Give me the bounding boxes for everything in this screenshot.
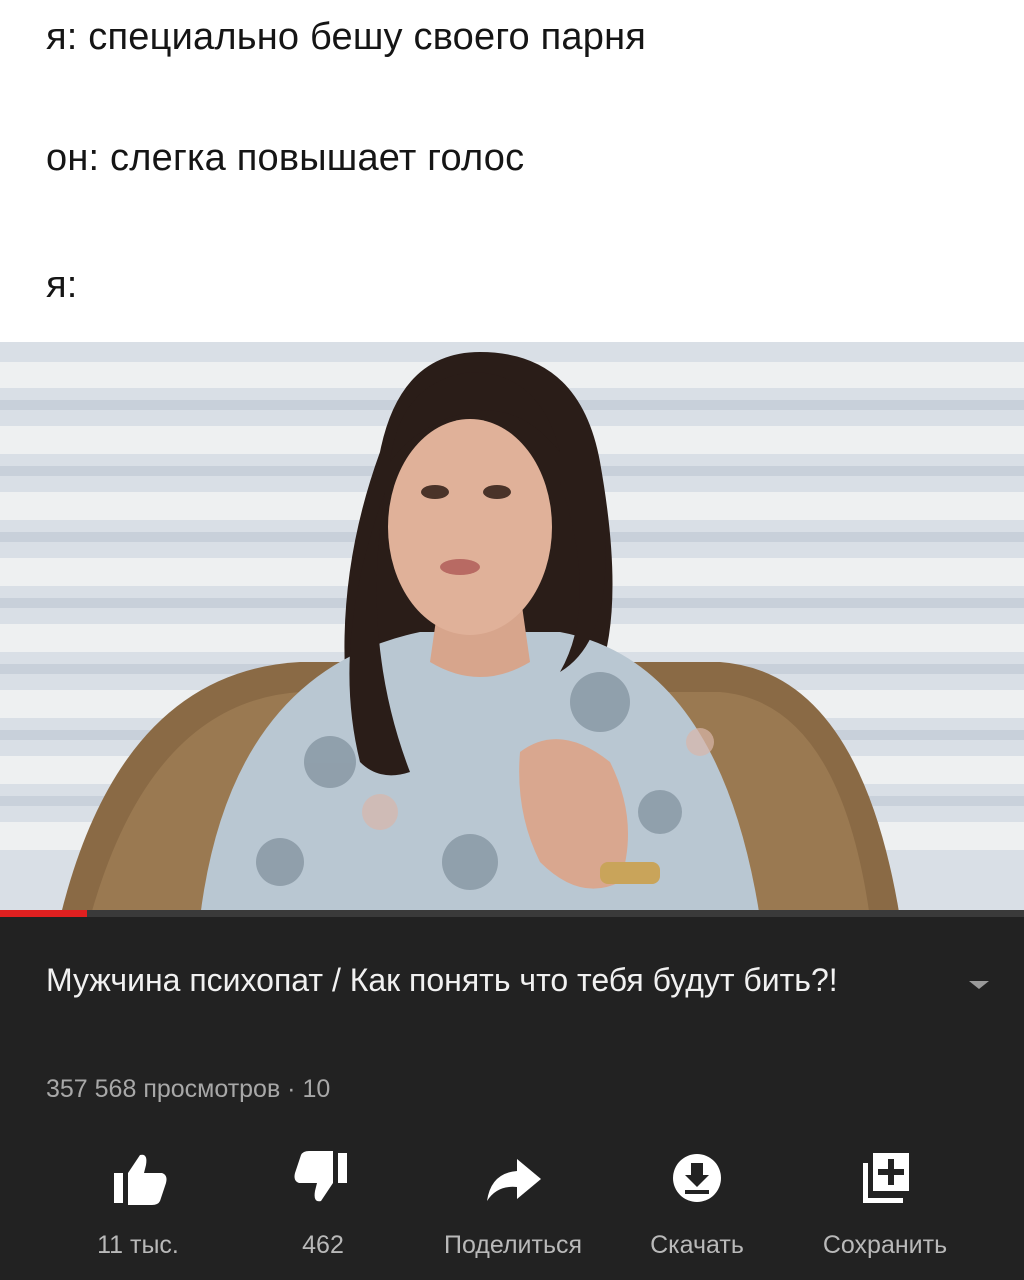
caption-line-1: я: специально бешу своего парня <box>46 16 647 58</box>
dislike-button[interactable]: 462 <box>238 1149 408 1260</box>
dislike-count: 462 <box>302 1231 344 1259</box>
video-info-panel: Мужчина психопат / Как понять что тебя б… <box>0 917 1024 1280</box>
like-count: 11 тыс. <box>97 1231 179 1259</box>
download-icon <box>673 1154 721 1202</box>
share-label: Поделиться <box>443 1231 583 1259</box>
caption-line-3: я: <box>46 264 78 306</box>
thumbs-down-icon <box>294 1151 347 1202</box>
video-frame-image <box>0 342 1024 918</box>
save-label: Сохранить <box>822 1231 948 1259</box>
download-label: Скачать <box>650 1231 744 1259</box>
like-button[interactable]: 11 тыс. <box>53 1149 223 1260</box>
view-count-meta: 357 568 просмотров · 10 <box>46 1075 331 1103</box>
video-progress-fill <box>0 910 88 917</box>
save-button[interactable]: Сохранить <box>800 1149 970 1260</box>
video-player[interactable] <box>0 342 1024 918</box>
download-button[interactable]: Скачать <box>612 1149 782 1260</box>
caption-line-2: он: слегка повышает голос <box>46 137 525 179</box>
meme-screenshot: я: специально бешу своего парня он: слег… <box>0 0 1024 1280</box>
chevron-down-icon[interactable] <box>965 975 993 995</box>
video-progress-bar[interactable] <box>0 910 1024 917</box>
video-title[interactable]: Мужчина психопат / Как понять что тебя б… <box>46 955 926 1005</box>
share-icon <box>487 1159 541 1201</box>
meme-caption: я: специально бешу своего парня он: слег… <box>0 0 1024 342</box>
playlist-add-icon <box>863 1153 909 1203</box>
thumbs-up-icon <box>114 1154 167 1205</box>
share-button[interactable]: Поделиться <box>428 1149 598 1260</box>
